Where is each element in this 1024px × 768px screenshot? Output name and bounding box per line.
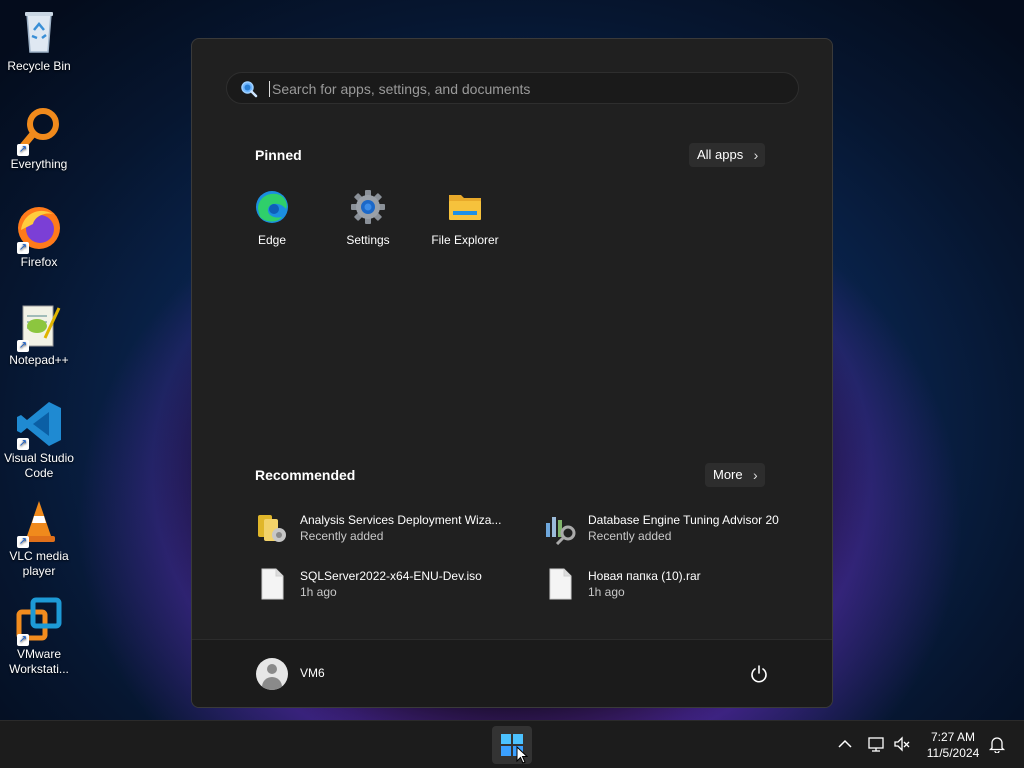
desktop-icon-firefox[interactable]: ↗ Firefox (2, 204, 76, 270)
notepadpp-icon: ↗ (15, 302, 63, 352)
shortcut-arrow-icon: ↗ (17, 536, 29, 548)
desktop-icon-vmware[interactable]: ↗ VMware Workstati... (2, 596, 76, 677)
more-button[interactable]: More › (705, 463, 765, 487)
chevron-right-icon: › (753, 147, 759, 163)
magnifier-icon: ↗ (15, 106, 63, 156)
recommended-item-subtitle: 1h ago (588, 585, 625, 599)
shortcut-arrow-icon: ↗ (17, 634, 29, 646)
vmware-icon: ↗ (15, 596, 63, 646)
power-button[interactable] (749, 664, 769, 684)
firefox-icon: ↗ (15, 204, 63, 254)
taskbar-clock[interactable]: 7:27 AM 11/5/2024 (916, 729, 990, 761)
user-name: VM6 (300, 666, 325, 680)
start-button[interactable] (492, 726, 532, 764)
network-icon (868, 737, 884, 752)
recommended-item-name: Analysis Services Deployment Wiza... (300, 513, 502, 527)
pinned-app-label: Edge (257, 233, 287, 247)
analysis-services-icon (255, 511, 289, 545)
pinned-app-settings[interactable]: Settings (323, 189, 413, 247)
recommended-item[interactable]: Analysis Services Deployment Wiza... Rec… (255, 509, 525, 549)
recommended-item-subtitle: 1h ago (300, 585, 337, 599)
desktop-icon-label: VMware Workstati... (9, 647, 69, 676)
network-button[interactable] (867, 735, 885, 753)
shortcut-arrow-icon: ↗ (17, 438, 29, 450)
recommended-item-name: Новая папка (10).rar (588, 569, 701, 583)
pinned-app-label: File Explorer (431, 233, 499, 247)
shortcut-arrow-icon: ↗ (17, 144, 29, 156)
edge-icon (254, 189, 290, 225)
all-apps-button[interactable]: All apps › (689, 143, 766, 167)
desktop-icon-vscode[interactable]: ↗ Visual Studio Code (2, 400, 76, 481)
shortcut-arrow-icon: ↗ (17, 242, 29, 254)
vscode-icon: ↗ (15, 400, 63, 450)
desktop-icon-label: Notepad++ (9, 353, 69, 367)
volume-button[interactable] (893, 735, 911, 753)
desktop-icon-everything[interactable]: ↗ Everything (2, 106, 76, 172)
notifications-button[interactable] (988, 735, 1006, 754)
desktop-icon-label: Firefox (20, 255, 58, 269)
vlc-cone-icon: ↗ (15, 498, 63, 548)
recommended-item[interactable]: Новая папка (10).rar 1h ago (543, 565, 813, 605)
pinned-app-edge[interactable]: Edge (227, 189, 317, 247)
clock-date: 11/5/2024 (926, 746, 980, 760)
recommended-item[interactable]: Database Engine Tuning Advisor 20 Recent… (543, 509, 813, 549)
mouse-cursor-icon (516, 746, 528, 764)
power-icon (751, 665, 767, 683)
gear-icon (350, 189, 386, 225)
desktop-icon-label: Everything (10, 157, 68, 171)
file-icon (543, 567, 577, 601)
all-apps-label: All apps (697, 147, 744, 162)
volume-muted-icon (894, 736, 910, 752)
recommended-item-name: Database Engine Tuning Advisor 20 (588, 513, 779, 527)
folder-icon (447, 189, 483, 225)
chevron-up-icon (838, 739, 852, 748)
pinned-title: Pinned (255, 147, 302, 163)
shortcut-arrow-icon: ↗ (17, 340, 29, 352)
clock-time: 7:27 AM (930, 730, 976, 744)
more-label: More (713, 467, 743, 482)
recommended-item-subtitle: Recently added (588, 529, 672, 543)
search-input[interactable] (270, 73, 774, 105)
user-account-button[interactable]: VM6 (248, 648, 368, 698)
chevron-right-icon: › (752, 467, 758, 483)
search-icon (241, 81, 258, 98)
bell-icon (988, 737, 1006, 754)
start-menu: Pinned All apps › Edge (191, 38, 833, 708)
pinned-app-file-explorer[interactable]: File Explorer (420, 189, 510, 247)
start-menu-footer: VM6 (192, 639, 832, 707)
pinned-app-label: Settings (346, 233, 390, 247)
tuning-advisor-icon (543, 511, 577, 546)
recommended-item-name: SQLServer2022-x64-ENU-Dev.iso (300, 569, 482, 583)
desktop-icon-notepadpp[interactable]: ↗ Notepad++ (2, 302, 76, 368)
desktop-icon-recycle-bin[interactable]: Recycle Bin (2, 8, 76, 74)
start-search-box[interactable] (226, 72, 799, 105)
taskbar: 7:27 AM 11/5/2024 (0, 720, 1024, 768)
desktop-icon-label: Visual Studio Code (4, 451, 74, 480)
desktop-icon-vlc[interactable]: ↗ VLC media player (2, 498, 76, 579)
recycle-bin-icon (15, 8, 63, 56)
recommended-title: Recommended (255, 467, 356, 483)
avatar (256, 658, 288, 690)
desktop-icon-label: VLC media player (9, 549, 69, 578)
file-icon (255, 567, 289, 601)
recommended-item[interactable]: SQLServer2022-x64-ENU-Dev.iso 1h ago (255, 565, 525, 605)
show-hidden-icons-button[interactable] (836, 735, 854, 753)
recommended-item-subtitle: Recently added (300, 529, 384, 543)
desktop-icon-label: Recycle Bin (7, 59, 71, 73)
